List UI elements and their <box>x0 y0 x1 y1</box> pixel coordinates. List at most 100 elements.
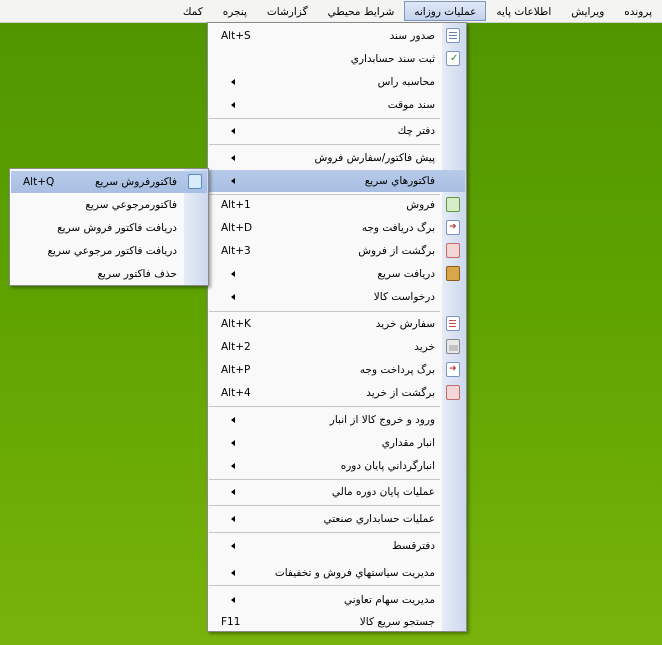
document-check-icon <box>446 51 460 66</box>
document-arrow-icon <box>446 362 460 377</box>
shortcut-label: Alt+Q <box>23 176 55 188</box>
menu-item-sales-return[interactable]: برگشت از فروش Alt+3 <box>209 240 465 262</box>
shortcut-label: Alt+1 <box>221 199 251 211</box>
menu-item-proforma[interactable]: پيش فاكتور/سفارش فروش <box>209 147 465 169</box>
document-arrow-icon <box>446 220 460 235</box>
submenu-item-receive-quick-return-invoice[interactable]: دريافت فاكتور مرجوعي سريع <box>11 240 207 262</box>
menu-item-warehouse-io[interactable]: ورود و خروج كالا از انبار <box>209 409 465 431</box>
menu-item-payment-form[interactable]: برگ پرداخت وجه Alt+P <box>209 359 465 381</box>
menu-item-label: فاكتورفروش سريع <box>94 176 177 188</box>
menu-item-purchase[interactable]: خريد Alt+2 <box>209 336 465 358</box>
menu-item-label: خريد <box>414 341 435 353</box>
menu-item-label: فاكتورهاي سريع <box>364 175 435 187</box>
basket-green-icon <box>446 197 460 212</box>
basket-red-icon <box>446 385 460 400</box>
menu-item-label: عمليات پايان دوره مالي <box>331 486 435 498</box>
menu-item-label: انبارگرداني پايان دوره <box>340 460 435 472</box>
menu-item-checkbook[interactable]: دفتر چك <box>209 120 465 142</box>
submenu-arrow-icon <box>231 102 235 108</box>
submenu-arrow-icon <box>231 543 235 549</box>
menu-item-quick-search[interactable]: جستجو سريع كالا F11 <box>209 611 465 633</box>
menu-item-label: برگشت از خريد <box>366 387 435 399</box>
menu-item-stocktaking[interactable]: انبارگرداني پايان دوره <box>209 455 465 477</box>
menu-item-label: فروش <box>406 199 435 211</box>
menu-item-label: دريافت فاكتور مرجوعي سريع <box>47 245 177 257</box>
menu-separator <box>209 532 440 533</box>
daily-operations-menu: صدور سند Alt+S ثبت سند حسابداري محاسبه ر… <box>207 22 467 632</box>
menu-daily-operations[interactable]: عمليات روزانه <box>404 1 487 21</box>
menu-file[interactable]: پرونده <box>614 1 662 21</box>
menu-separator <box>209 144 440 145</box>
menu-item-label: مديريت سياستهاي فروش و تخفيفات <box>274 567 435 579</box>
menu-separator <box>209 505 440 506</box>
submenu-arrow-icon <box>231 178 235 184</box>
menu-item-installments[interactable]: دفترقسط <box>209 535 465 557</box>
menu-item-goods-request[interactable]: درخواست كالا <box>209 286 465 308</box>
submenu-arrow-icon <box>231 294 235 300</box>
menu-item-quick-receipt[interactable]: دريافت سريع <box>209 263 465 285</box>
invoice-icon <box>188 174 202 189</box>
menu-item-purchase-order[interactable]: سفارش خريد Alt+K <box>209 313 465 335</box>
menu-item-label: ثبت سند حسابداري <box>350 53 435 65</box>
menu-item-label: برگشت از فروش <box>358 245 435 257</box>
submenu-arrow-icon <box>231 440 235 446</box>
menu-item-label: صدور سند <box>389 30 435 42</box>
menu-item-coop-shares[interactable]: مديريت سهام تعاوني <box>209 589 465 611</box>
menu-item-label: جستجو سريع كالا <box>359 616 435 628</box>
menu-base-info[interactable]: اطلاعات پايه <box>486 1 561 21</box>
menu-help[interactable]: كمك <box>173 1 213 21</box>
shortcut-label: Alt+4 <box>221 387 251 399</box>
menubar: پرونده ويرايش اطلاعات پايه عمليات روزانه… <box>0 0 662 23</box>
basket-icon <box>446 339 460 354</box>
menu-item-sales-policy[interactable]: مديريت سياستهاي فروش و تخفيفات <box>209 562 465 584</box>
submenu-item-delete-quick-invoice[interactable]: حذف فاكتور سريع <box>11 263 207 285</box>
menu-item-label: محاسبه راس <box>377 76 435 88</box>
menu-item-year-end[interactable]: عمليات پايان دوره مالي <box>209 481 465 503</box>
menu-separator <box>209 406 440 407</box>
menu-item-issue-voucher[interactable]: صدور سند Alt+S <box>209 25 465 47</box>
menu-item-label: عمليات حسابداري صنعتي <box>323 513 435 525</box>
menu-item-quick-invoices[interactable]: فاكتورهاي سريع <box>209 170 465 192</box>
menu-item-sales[interactable]: فروش Alt+1 <box>209 194 465 216</box>
submenu-arrow-icon <box>231 597 235 603</box>
submenu-arrow-icon <box>231 516 235 522</box>
menu-item-receipt-form[interactable]: برگ دريافت وجه Alt+D <box>209 217 465 239</box>
submenu-arrow-icon <box>231 570 235 576</box>
menu-item-label: دفتر چك <box>397 125 435 137</box>
menu-item-label: سند موقت <box>387 99 435 111</box>
menu-edit[interactable]: ويرايش <box>561 1 614 21</box>
submenu-item-quick-return-invoice[interactable]: فاكتورمرجوعي سريع <box>11 194 207 216</box>
menu-window[interactable]: پنجره <box>213 1 257 21</box>
menu-item-purchase-return[interactable]: برگشت از خريد Alt+4 <box>209 382 465 404</box>
menu-item-temp-voucher[interactable]: سند موقت <box>209 94 465 116</box>
menu-separator <box>209 118 440 119</box>
shortcut-label: Alt+2 <box>221 341 251 353</box>
menu-item-label: دريافت فاكتور فروش سريع <box>57 222 177 234</box>
shortcut-label: Alt+P <box>221 364 251 376</box>
submenu-arrow-icon <box>231 417 235 423</box>
menu-separator <box>209 311 440 312</box>
menu-item-label: دريافت سريع <box>377 268 435 280</box>
menu-item-industrial-accounting[interactable]: عمليات حسابداري صنعتي <box>209 508 465 530</box>
submenu-arrow-icon <box>231 128 235 134</box>
menu-separator <box>209 585 440 586</box>
document-icon <box>446 28 460 43</box>
menu-environment[interactable]: شرايط محيطي <box>318 1 405 21</box>
submenu-arrow-icon <box>231 463 235 469</box>
menu-separator <box>209 479 440 480</box>
menu-reports[interactable]: گزارشات <box>257 1 318 21</box>
submenu-item-quick-sales-invoice[interactable]: فاكتورفروش سريع Alt+Q <box>11 171 207 193</box>
shortcut-label: Alt+D <box>221 222 253 234</box>
menu-item-register-voucher[interactable]: ثبت سند حسابداري <box>209 48 465 70</box>
submenu-item-receive-quick-sales-invoice[interactable]: دريافت فاكتور فروش سريع <box>11 217 207 239</box>
menu-item-label: درخواست كالا <box>373 291 435 303</box>
quick-invoices-submenu: فاكتورفروش سريع Alt+Q فاكتورمرجوعي سريع … <box>9 168 209 286</box>
menu-item-due-calc[interactable]: محاسبه راس <box>209 71 465 93</box>
shortcut-label: F11 <box>221 616 241 628</box>
menu-item-label: سفارش خريد <box>375 318 435 330</box>
menu-item-label: انبار مقداري <box>381 437 435 449</box>
menu-item-label: برگ پرداخت وجه <box>359 364 435 376</box>
checklist-icon <box>446 316 460 331</box>
submenu-arrow-icon <box>231 79 235 85</box>
menu-item-quantity-warehouse[interactable]: انبار مقداري <box>209 432 465 454</box>
